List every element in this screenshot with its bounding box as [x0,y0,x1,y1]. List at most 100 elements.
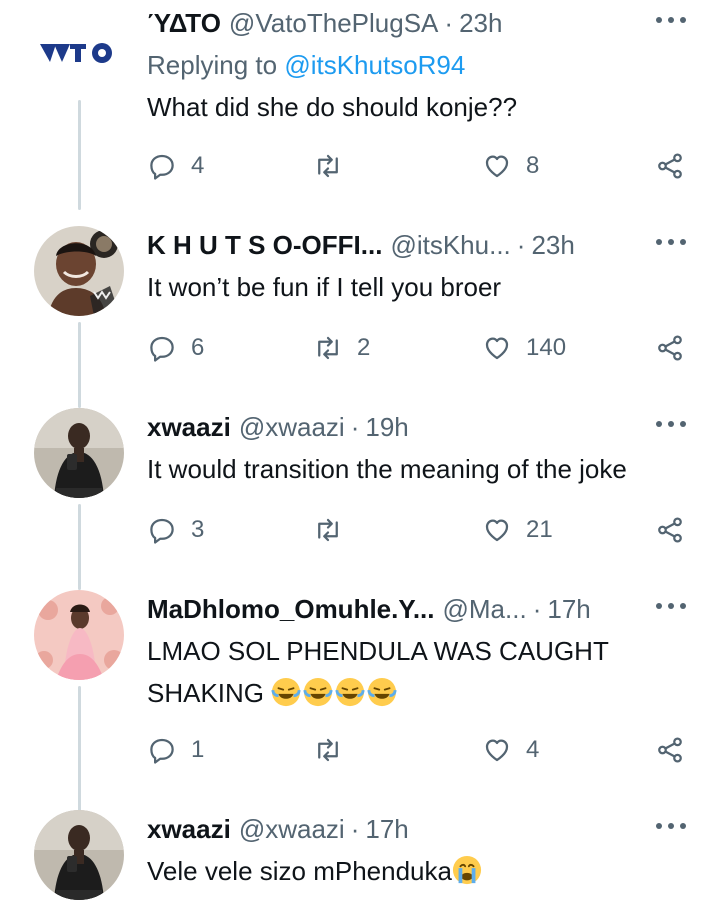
user-handle[interactable]: @itsKhu... [390,230,510,261]
timestamp[interactable]: 17h [547,594,590,625]
share-icon [658,153,682,179]
separator-dot: · [444,7,454,38]
tweet-header: xwaazi @xwaazi · 17h [147,810,409,848]
retweet-button[interactable] [313,512,357,548]
user-handle[interactable]: @xwaazi [239,814,345,845]
tweet-header: MaDhlomo_Omuhle.Y... @Ma... · 17h [147,590,591,628]
tweet-text: It won’t be fun if I tell you broer [147,272,502,302]
tweet-text-line: LMAO SOL PHENDULA WAS CAUGHT [147,636,609,666]
thread-line [78,504,81,590]
like-button[interactable]: 8 [482,148,539,184]
user-handle[interactable]: @xwaazi [239,412,345,443]
tweet-xwaazi-1[interactable]: xwaazi @xwaazi · 19h It would transition… [0,408,720,590]
avatar-photo-icon [34,590,124,680]
like-button[interactable]: 21 [482,512,553,548]
retweet-button[interactable]: 2 [313,330,370,366]
like-button[interactable]: 4 [482,732,539,768]
reply-count: 1 [191,736,205,763]
like-count: 4 [526,736,540,763]
display-name[interactable]: K H U T S O-OFFI... [147,230,382,261]
avatar[interactable] [34,226,124,316]
tweet-vato[interactable]: ΎΔΤΟ @VatoThePlugSA · 23h Replying to @i… [0,4,720,210]
share-icon [658,517,682,543]
user-handle[interactable]: @Ma... [443,594,527,625]
avatar-photo-icon [34,226,124,316]
retweet-icon [318,336,338,360]
tweet-text: LMAO SOL PHENDULA WAS CAUGHT SHAKING [147,630,687,714]
like-count: 8 [526,152,540,179]
tweet-text-line-2: SHAKING [147,678,265,708]
reply-button[interactable]: 3 [147,512,204,548]
like-icon [485,519,509,542]
tweet-khutso[interactable]: K H U T S O-OFFI... @itsKhu... · 23h It … [0,226,720,408]
reply-button[interactable]: 1 [147,732,204,768]
separator-dot: · [532,593,542,624]
more-options-icon[interactable] [656,232,686,252]
like-button[interactable]: 140 [482,330,566,366]
display-name[interactable]: xwaazi [147,814,231,845]
like-icon [485,155,509,178]
like-icon [485,337,509,360]
share-button[interactable] [655,330,685,366]
timestamp[interactable]: 17h [365,814,408,845]
joy-emoji-icon [335,677,365,707]
tweet-actions: 1 4 [147,732,692,768]
more-options-icon[interactable] [656,414,686,434]
replying-to-label: Replying to [147,50,278,80]
avatar[interactable] [34,810,124,900]
reply-count: 4 [191,152,205,179]
avatar[interactable] [34,6,124,96]
share-icon [658,737,682,763]
separator-dot: · [350,411,360,442]
tweet-xwaazi-2[interactable]: xwaazi @xwaazi · 17h Vele vele sizo mPhe… [0,810,720,912]
tweet-text: What did she do should konje?? [147,92,518,122]
tweet-text: Vele vele sizo mPhenduka [147,850,687,892]
tweet-actions: 6 2 140 [147,330,692,366]
display-name[interactable]: xwaazi [147,412,231,443]
tweet-header: K H U T S O-OFFI... @itsKhu... · 23h [147,226,575,264]
replying-to-mention[interactable]: @itsKhutsoR94 [284,50,465,80]
display-name[interactable]: MaDhlomo_Omuhle.Y... [147,594,435,625]
retweet-button[interactable] [313,148,357,184]
more-options-icon[interactable] [656,816,686,836]
reply-button[interactable]: 4 [147,148,204,184]
separator-dot: · [516,229,526,260]
display-name[interactable]: ΎΔΤΟ [147,8,221,39]
tweet-madhlomo[interactable]: MaDhlomo_Omuhle.Y... @Ma... · 17h LMAO S… [0,590,720,814]
retweet-count: 2 [357,334,371,361]
tweet-text-line: SHAKING [147,672,687,714]
thread-line [78,100,81,210]
share-icon [658,335,682,361]
timestamp[interactable]: 23h [459,8,502,39]
tweet-header: ΎΔΤΟ @VatoThePlugSA · 23h [147,4,502,42]
more-options-icon[interactable] [656,10,686,30]
share-button[interactable] [655,512,685,548]
crying-face-emoji-icon [452,855,482,885]
thread-line [78,686,81,814]
reply-button[interactable]: 6 [147,330,204,366]
reply-count: 3 [191,516,205,543]
retweet-icon [318,738,338,762]
avatar[interactable] [34,408,124,498]
tweet-text-content: Vele vele sizo mPhenduka [147,856,452,886]
avatar[interactable] [34,590,124,680]
tweet-actions: 4 8 [147,148,692,184]
retweet-button[interactable] [313,732,357,768]
joy-emoji-icon [271,677,301,707]
share-button[interactable] [655,148,685,184]
like-icon [485,739,509,762]
retweet-icon [318,518,338,542]
more-options-icon[interactable] [656,596,686,616]
reply-icon [150,336,174,362]
retweet-icon [318,154,338,178]
avatar-photo-icon [34,408,124,498]
separator-dot: · [350,813,360,844]
reply-icon [150,154,174,180]
tweet-header: xwaazi @xwaazi · 19h [147,408,409,446]
share-button[interactable] [655,732,685,768]
joy-emoji-icon [367,677,397,707]
timestamp[interactable]: 23h [531,230,574,261]
reply-icon [150,738,174,764]
user-handle[interactable]: @VatoThePlugSA [229,8,438,39]
timestamp[interactable]: 19h [365,412,408,443]
